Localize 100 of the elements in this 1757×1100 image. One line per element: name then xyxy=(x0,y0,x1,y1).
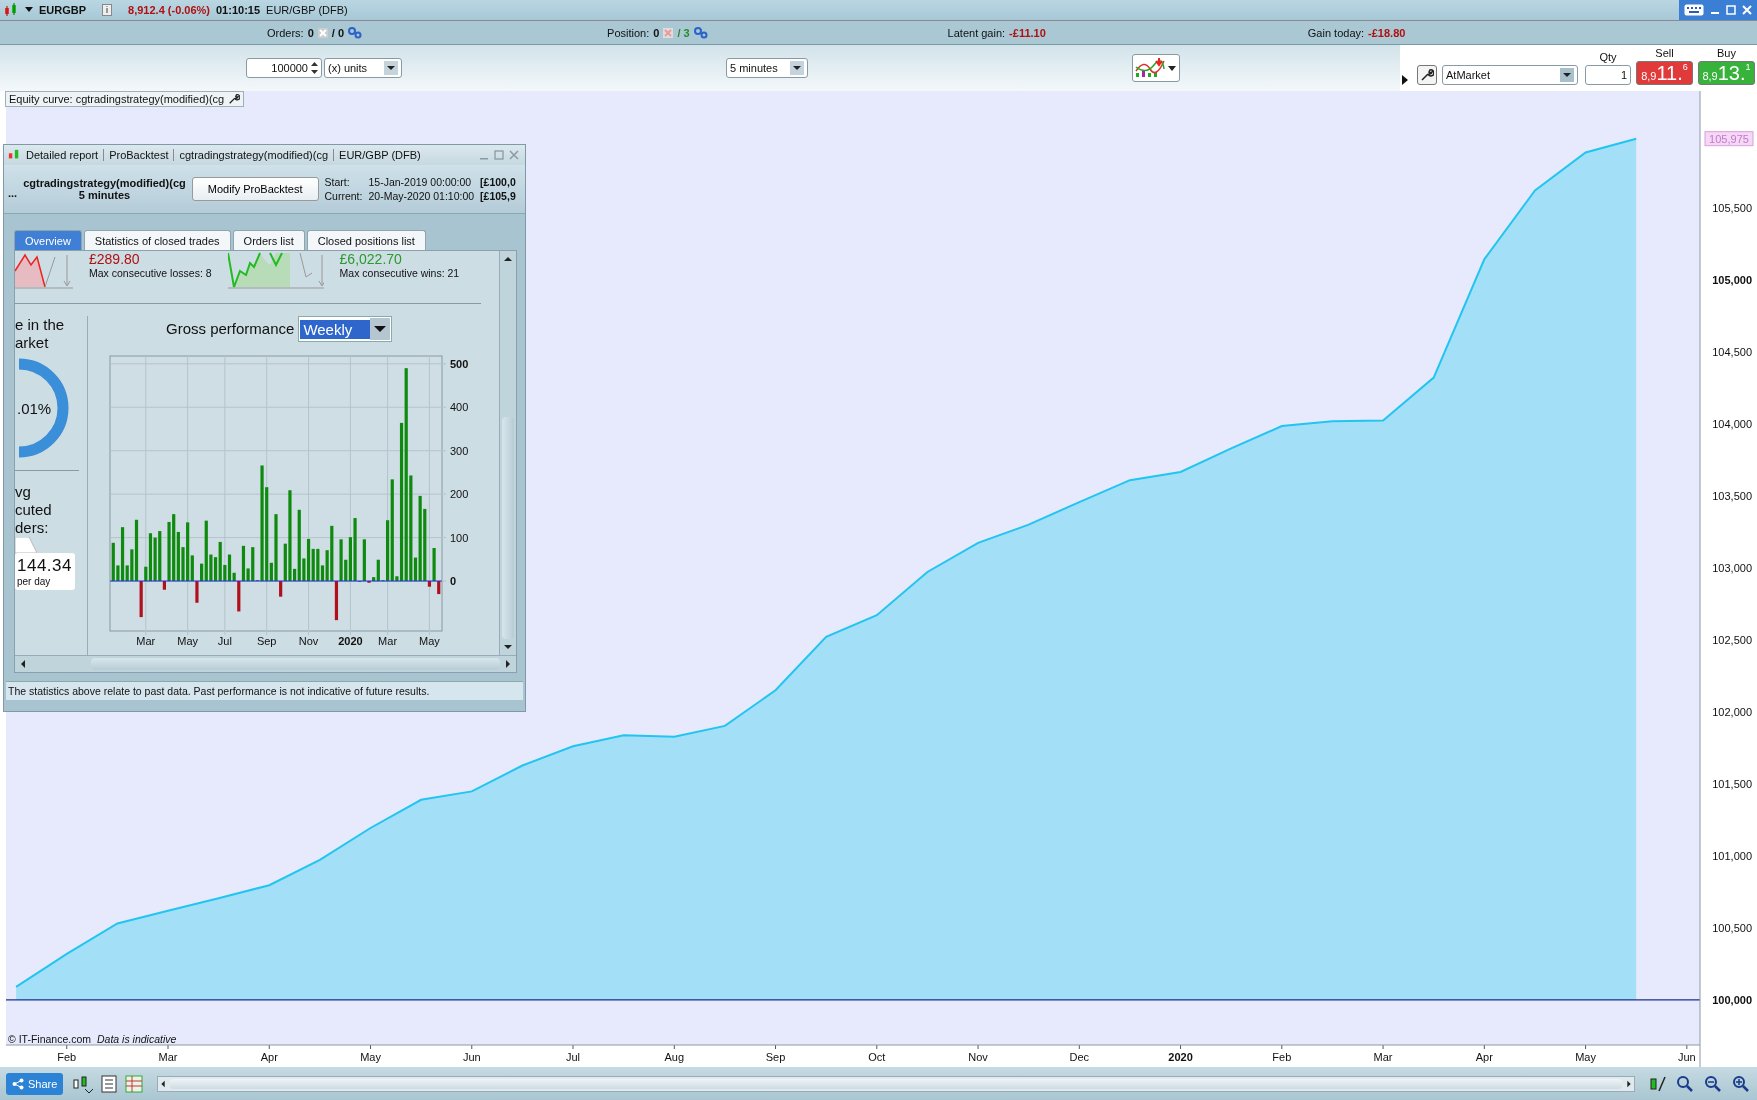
axis-label: Mar xyxy=(136,635,156,648)
horizontal-scrollbar[interactable] xyxy=(15,655,516,673)
axis-label: 104,000 xyxy=(1712,418,1752,431)
orders-label: ders: xyxy=(15,519,50,538)
axis-label: 102,500 xyxy=(1712,634,1752,647)
time-in-market-label: e in the xyxy=(15,316,66,335)
chart-scrollbar[interactable] xyxy=(157,1075,1635,1092)
window-title: cgtradingstrategy(modified)(cg xyxy=(179,149,329,162)
capital-value: [£105,9 xyxy=(480,190,516,203)
sell-button[interactable]: 8,911.$^{6}$ xyxy=(1636,61,1693,86)
report-tab[interactable]: Closed positions list xyxy=(306,230,426,251)
axis-label: Jul xyxy=(217,635,232,648)
gears-icon[interactable] xyxy=(348,26,363,39)
equity-curve-label: Equity curve: cgtradingstrategy(modified)(cg xyxy=(5,91,245,108)
axis-label: 300 xyxy=(450,444,469,457)
zoom-fit-icon[interactable] xyxy=(1675,1074,1695,1093)
loss-amount: £289.80 xyxy=(89,251,141,268)
indicators-button[interactable] xyxy=(1132,54,1180,83)
time-in-market-value: .01% xyxy=(17,399,52,417)
axis-label: May xyxy=(419,635,440,648)
axis-label: 2020 xyxy=(338,635,363,648)
spinner-icon[interactable] xyxy=(310,61,319,76)
orders-label: cuted xyxy=(15,501,53,520)
axis-label: Jul xyxy=(566,1051,581,1064)
date-label: Start: xyxy=(324,176,351,189)
order-type-dropdown[interactable]: AtMarket xyxy=(1442,65,1578,86)
axis-label: 0 xyxy=(450,575,457,588)
axis-label: May xyxy=(360,1051,381,1064)
report-tab[interactable]: Statistics of closed trades xyxy=(83,230,231,251)
more-text[interactable]: ... xyxy=(8,187,18,200)
vertical-scrollbar[interactable] xyxy=(499,251,516,656)
caret-icon[interactable] xyxy=(25,7,33,13)
document-icon[interactable] xyxy=(101,1074,118,1093)
zoom-out-icon[interactable] xyxy=(1703,1074,1723,1093)
axis-label: Apr xyxy=(1475,1051,1493,1064)
wrench-icon[interactable] xyxy=(228,93,241,106)
market-name: EUR/GBP (DFB) xyxy=(266,4,348,16)
chart-fit-icon[interactable] xyxy=(1649,1074,1667,1093)
symbol-name: EURGBP xyxy=(39,4,87,16)
window-title: EUR/GBP (DFB) xyxy=(339,149,421,162)
disclaimer-text: The statistics above relate to past data. Past performance is not indicative of future results. xyxy=(6,681,523,701)
axis-label: Nov xyxy=(968,1051,988,1064)
date-value: 15-Jan-2019 00:00:00 xyxy=(368,176,473,189)
axis-label: 104,500 xyxy=(1712,346,1752,359)
axis-label: Apr xyxy=(260,1051,278,1064)
strategy-name: cgtradingstrategy(modified)(cg xyxy=(23,177,186,190)
keyboard-icon[interactable] xyxy=(1684,4,1704,16)
gears-icon[interactable] xyxy=(693,26,708,39)
caret-icon xyxy=(384,61,398,76)
axis-label: Jun xyxy=(1677,1051,1696,1064)
quantity-field[interactable]: 100000 xyxy=(246,58,322,79)
position-label: Position: xyxy=(607,26,650,39)
caret-icon[interactable] xyxy=(1402,75,1408,86)
caret-icon xyxy=(790,61,804,76)
window-title: Detailed report xyxy=(26,149,99,162)
axis-label: 105,000 xyxy=(1712,274,1752,287)
timeframe-dropdown[interactable]: 5 minutes xyxy=(726,58,808,79)
orders-label: Orders: xyxy=(267,26,304,39)
axis-label: 103,500 xyxy=(1712,490,1752,503)
qty-label: Qty xyxy=(1599,51,1617,64)
orders-total: / 0 xyxy=(331,26,345,39)
share-button[interactable]: Share xyxy=(6,1072,64,1095)
orders-count: 0 xyxy=(307,26,314,39)
share-icon xyxy=(12,1077,24,1090)
period-dropdown[interactable]: Weekly xyxy=(298,316,393,343)
axis-label: 400 xyxy=(450,401,469,414)
axis-label: Sep xyxy=(765,1051,786,1064)
qty-field[interactable]: 1 xyxy=(1585,65,1631,86)
time-in-market-label: arket xyxy=(15,334,50,353)
sell-label: Sell xyxy=(1655,47,1674,60)
axis-label: 102,000 xyxy=(1712,706,1752,719)
report-tab[interactable]: Orders list xyxy=(232,230,305,251)
settings-button[interactable] xyxy=(1417,65,1437,86)
indicators-icon xyxy=(1134,57,1166,80)
axis-label: May xyxy=(1575,1051,1596,1064)
report-tab[interactable]: Overview xyxy=(14,230,82,251)
current-value-marker: 105,975 xyxy=(1704,131,1754,147)
loss-sparkline-drawing xyxy=(15,251,73,290)
info-button[interactable]: i xyxy=(102,4,113,16)
axis-label: 105,500 xyxy=(1712,202,1752,215)
axis-label: Mar xyxy=(1373,1051,1393,1064)
table-icon[interactable] xyxy=(125,1074,144,1093)
axis-label: 2020 xyxy=(1168,1051,1193,1064)
chart-title: Gross performance xyxy=(166,320,295,339)
axis-label: Mar xyxy=(158,1051,178,1064)
orders-per-day-unit: per day xyxy=(17,576,52,588)
latent-gain-value: -£11.10 xyxy=(1009,26,1046,39)
unit-dropdown[interactable]: (x) units xyxy=(324,58,402,79)
zoom-in-icon[interactable] xyxy=(1731,1074,1751,1093)
caret-icon xyxy=(1168,65,1176,71)
caret-icon xyxy=(370,318,391,341)
axis-label: Jun xyxy=(462,1051,481,1064)
position-total: / 3 xyxy=(677,26,690,39)
axis-label: Nov xyxy=(298,635,319,648)
candlestick-icon[interactable] xyxy=(71,1073,94,1094)
gain-today-label: Gain today: xyxy=(1307,26,1365,39)
win-streak-text: Max consecutive wins: 21 xyxy=(339,267,460,280)
axis-label: Dec xyxy=(1069,1051,1090,1064)
modify-button[interactable]: Modify ProBacktest xyxy=(191,177,319,202)
axis-label: Oct xyxy=(868,1051,886,1064)
